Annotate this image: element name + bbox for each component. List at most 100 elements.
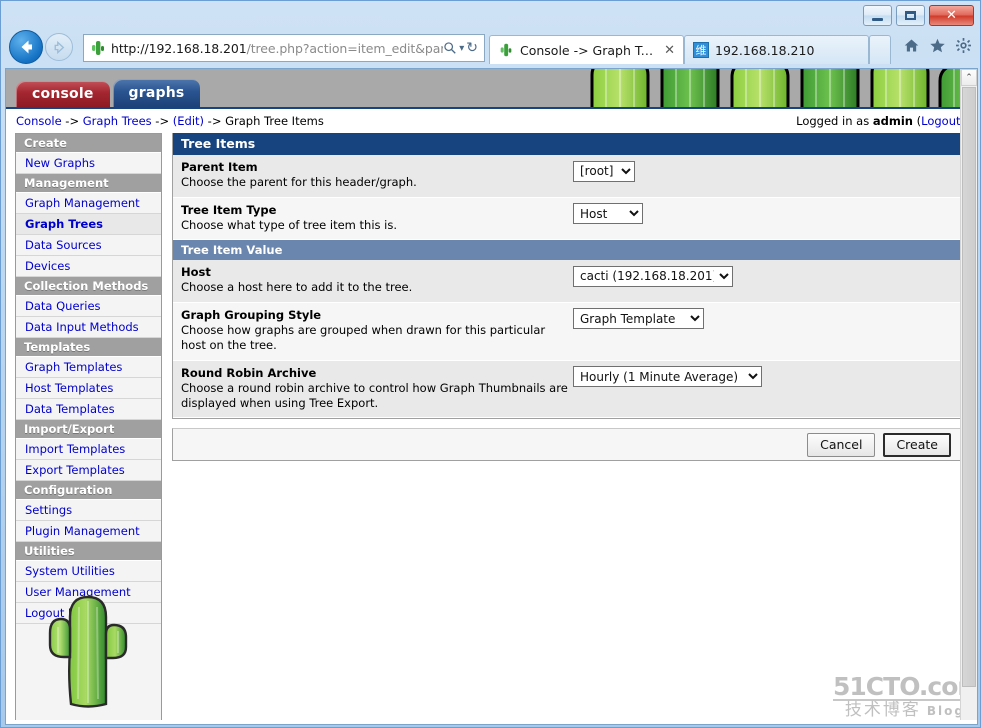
cactus-banner-graphic bbox=[590, 69, 977, 107]
search-icon[interactable] bbox=[443, 41, 457, 55]
back-button[interactable] bbox=[9, 30, 43, 64]
form-row-description: Tree Item Type Choose what type of tree i… bbox=[181, 203, 571, 234]
main-content: Tree Items Parent Item Choose the parent … bbox=[162, 133, 977, 724]
sidebar-item-graph-management[interactable]: Graph Management bbox=[16, 193, 161, 214]
form-row-control: [root] bbox=[571, 160, 953, 182]
tab-console[interactable]: console bbox=[16, 81, 110, 107]
sidebar-item-graph-trees[interactable]: Graph Trees bbox=[16, 214, 161, 235]
round-robin-archive-select[interactable]: Hourly (1 Minute Average)Daily (5 Minute… bbox=[573, 366, 762, 388]
login-prefix: Logged in as bbox=[796, 114, 873, 128]
browser-tab-label: 192.168.18.210 bbox=[715, 42, 815, 58]
url-host: http://192.168.18.201 bbox=[111, 40, 247, 56]
sidebar-item-devices[interactable]: Devices bbox=[16, 256, 161, 277]
sidebar-item-import-templates[interactable]: Import Templates bbox=[16, 439, 161, 460]
sidebar-group-header: Utilities bbox=[16, 542, 161, 561]
forward-button[interactable] bbox=[45, 33, 73, 61]
form-row-label: Parent Item bbox=[181, 160, 258, 174]
cactus-logo-icon bbox=[48, 595, 127, 708]
sidebar-item-data-input-methods[interactable]: Data Input Methods bbox=[16, 317, 161, 338]
cancel-button[interactable]: Cancel bbox=[807, 432, 876, 457]
watermark-line1: 51CTO.com bbox=[833, 672, 978, 702]
breadcrumb-item-2[interactable]: Graph Trees bbox=[83, 114, 152, 128]
page-scrollbar[interactable]: ⌃ bbox=[960, 69, 977, 724]
form-row-label: Tree Item Type bbox=[181, 202, 277, 217]
sidebar-group-header: Collection Methods bbox=[16, 277, 161, 296]
form-row-description: Graph Grouping Style Choose how graphs ar… bbox=[181, 308, 571, 354]
form-actions: Cancel Create bbox=[172, 428, 962, 462]
page-body: Create New Graphs Management Graph Manageme… bbox=[6, 133, 977, 724]
sidebar-item-data-sources[interactable]: Data Sources bbox=[16, 235, 161, 256]
create-button[interactable]: Create bbox=[883, 432, 951, 457]
sidebar-item-export-templates[interactable]: Export Templates bbox=[16, 460, 161, 481]
window-titlebar: ✕ bbox=[1, 1, 980, 30]
form-row-description: Round Robin Archive Choose a round robin … bbox=[181, 366, 571, 412]
maximize-button[interactable] bbox=[896, 5, 925, 26]
svg-text:维: 维 bbox=[696, 44, 707, 57]
form-section-title: Tree Items bbox=[173, 133, 961, 155]
form-row-label: Round Robin Archive bbox=[181, 365, 317, 380]
home-icon[interactable] bbox=[903, 37, 920, 54]
logout-link[interactable]: Logout bbox=[921, 114, 960, 128]
form-row-help-text: Choose a round robin archive to control … bbox=[181, 380, 568, 411]
login-username: admin bbox=[872, 114, 913, 128]
breadcrumb-item-1[interactable]: Console bbox=[16, 114, 62, 128]
address-bar[interactable]: http://192.168.18.201/tree.php?action=it… bbox=[83, 34, 485, 62]
browser-tab-console[interactable]: Console -> Graph Tre... ✕ bbox=[489, 35, 684, 64]
form-row: Graph Grouping Style Choose how graphs ar… bbox=[173, 302, 961, 361]
form-row-control: cacti (192.168.18.201) bbox=[571, 265, 953, 287]
sidebar-item-data-templates[interactable]: Data Templates bbox=[16, 399, 161, 420]
tree-item-type-select[interactable]: HeaderGraphHost bbox=[573, 203, 643, 225]
breadcrumb-item-4: Graph Tree Items bbox=[225, 114, 324, 128]
sidebar-item-graph-templates[interactable]: Graph Templates bbox=[16, 357, 161, 378]
form-row-control: Graph TemplateData Query Index bbox=[571, 308, 953, 330]
tab-close-icon[interactable]: ✕ bbox=[664, 43, 675, 58]
form-row: Parent Item Choose the parent for this he… bbox=[173, 155, 961, 198]
close-button[interactable]: ✕ bbox=[929, 5, 974, 26]
breadcrumb-separator: -> bbox=[61, 114, 83, 128]
back-arrow-icon bbox=[21, 40, 32, 54]
browser-toolbar-icons bbox=[903, 37, 972, 54]
browser-navbar: http://192.168.18.201/tree.php?action=it… bbox=[1, 30, 980, 68]
form-subsection-title: Tree Item Value bbox=[173, 240, 961, 261]
graph-grouping-style-select[interactable]: Graph TemplateData Query Index bbox=[573, 308, 704, 330]
settings-gear-icon[interactable] bbox=[955, 37, 972, 54]
form-row: Tree Item Type Choose what type of tree i… bbox=[173, 197, 961, 241]
page-bottom-strip bbox=[6, 720, 977, 724]
form-row-description: Parent Item Choose the parent for this he… bbox=[181, 160, 571, 191]
cactus-logo bbox=[16, 589, 161, 709]
minimize-button[interactable] bbox=[863, 5, 892, 26]
refresh-icon[interactable]: ↻ bbox=[466, 40, 478, 56]
maximize-icon bbox=[905, 11, 916, 20]
sidebar-group-header: Create bbox=[16, 134, 161, 153]
sidebar-menu: Create New Graphs Management Graph Manageme… bbox=[16, 134, 161, 624]
tab-graphs-label: graphs bbox=[128, 85, 185, 101]
sidebar-item-new-graphs[interactable]: New Graphs bbox=[16, 153, 161, 174]
form-row-help-text: Choose what type of tree item this is. bbox=[181, 217, 398, 232]
browser-tab-ip[interactable]: 维 192.168.18.210 bbox=[684, 35, 869, 64]
form-row: Round Robin Archive Choose a round robin … bbox=[173, 360, 961, 419]
sidebar-group-header: Templates bbox=[16, 338, 161, 357]
host-select[interactable]: cacti (192.168.18.201) bbox=[573, 265, 733, 287]
cactus-favicon-icon bbox=[89, 39, 107, 57]
form-rows-value: Host Choose a host here to add it to the … bbox=[173, 260, 961, 419]
address-bar-tools: ▾ ↻ bbox=[443, 40, 484, 56]
page-viewport: console graphs Console -> Graph Trees ->… bbox=[5, 68, 978, 725]
sidebar-item-system-utilities[interactable]: System Utilities bbox=[16, 561, 161, 582]
sidebar-item-data-queries[interactable]: Data Queries bbox=[16, 296, 161, 317]
tab-console-label: console bbox=[32, 86, 94, 102]
favorites-star-icon[interactable] bbox=[929, 37, 946, 54]
tab-graphs[interactable]: graphs bbox=[112, 79, 201, 107]
scrollbar-thumb[interactable] bbox=[962, 87, 976, 687]
browser-tabstrip: Console -> Graph Tre... ✕ 维 192.168.18.2… bbox=[489, 33, 891, 64]
close-icon: ✕ bbox=[946, 8, 957, 23]
scrollbar-up-button[interactable]: ⌃ bbox=[961, 69, 977, 86]
sidebar-item-plugin-management[interactable]: Plugin Management bbox=[16, 521, 161, 542]
sidebar-group-header: Configuration bbox=[16, 481, 161, 500]
parent-item-select[interactable]: [root] bbox=[573, 160, 635, 182]
sidebar-item-settings[interactable]: Settings bbox=[16, 500, 161, 521]
breadcrumb: Console -> Graph Trees -> (Edit) -> Grap… bbox=[16, 114, 324, 128]
sidebar-item-host-templates[interactable]: Host Templates bbox=[16, 378, 161, 399]
chevron-down-icon[interactable]: ▾ bbox=[459, 43, 464, 54]
breadcrumb-item-3[interactable]: (Edit) bbox=[173, 114, 204, 128]
new-tab-button[interactable] bbox=[869, 35, 891, 64]
